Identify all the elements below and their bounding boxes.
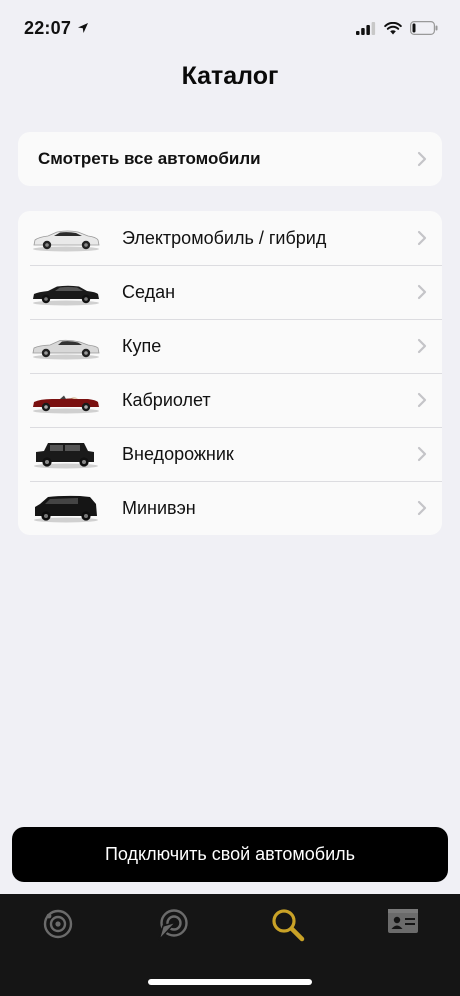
car-type-label: Электромобиль / гибрид xyxy=(122,227,327,248)
page-title: Каталог xyxy=(181,62,279,90)
all-cars-card: Смотреть все автомобили xyxy=(18,132,442,186)
car-type-label: Внедорожник xyxy=(122,443,234,464)
suv-car-icon xyxy=(34,443,98,469)
status-bar: 22:07 xyxy=(0,0,460,56)
home-indicator xyxy=(148,979,312,985)
battery-icon xyxy=(410,21,438,35)
navigation-icon xyxy=(157,909,188,941)
car-types-card: Электромобиль / гибрид Седан Купе Кабрио… xyxy=(18,211,442,535)
chevron-right-icon xyxy=(417,284,427,300)
wifi-icon xyxy=(384,21,402,34)
location-arrow-icon xyxy=(78,23,89,33)
tab-navigation[interactable] xyxy=(143,908,203,948)
car-type-label: Седан xyxy=(122,281,176,302)
chevron-right-icon xyxy=(417,230,427,246)
car-type-row-sedan[interactable]: Седан xyxy=(18,265,442,319)
tab-profile[interactable] xyxy=(373,908,433,948)
tab-search[interactable] xyxy=(258,908,318,948)
car-type-row-suv[interactable]: Внедорожник xyxy=(18,427,442,481)
car-type-row-coupe[interactable]: Купе xyxy=(18,319,442,373)
search-icon xyxy=(271,909,304,942)
chevron-right-icon xyxy=(417,446,427,462)
car-type-row-cabriolet[interactable]: Кабриолет xyxy=(18,373,442,427)
chevron-right-icon xyxy=(417,392,427,408)
cellular-signal-icon xyxy=(356,21,376,35)
status-right xyxy=(356,21,438,35)
chevron-right-icon xyxy=(417,500,427,516)
car-type-label: Кабриолет xyxy=(122,389,211,410)
orbit-icon xyxy=(43,909,72,939)
car-type-label: Минивэн xyxy=(122,497,196,518)
all-cars-label: Смотреть все автомобили xyxy=(38,149,261,168)
car-type-row-minivan[interactable]: Минивэн xyxy=(18,481,442,535)
status-left: 22:07 xyxy=(24,18,89,39)
tab-orbit[interactable] xyxy=(28,908,88,948)
minivan-car-icon xyxy=(34,495,98,523)
sedan-car-icon xyxy=(33,285,99,306)
connect-car-button[interactable]: Подключить свой автомобиль xyxy=(12,827,448,882)
status-time: 22:07 xyxy=(24,17,72,38)
car-type-label: Купе xyxy=(122,335,162,356)
car-type-row-electric[interactable]: Электромобиль / гибрид xyxy=(18,211,442,265)
chevron-right-icon xyxy=(417,338,427,354)
profile-card-icon xyxy=(387,909,418,933)
all-cars-row[interactable]: Смотреть все автомобили xyxy=(18,132,442,186)
electric-car-icon xyxy=(33,230,100,252)
coupe-car-icon xyxy=(32,339,100,360)
chevron-right-icon xyxy=(417,151,427,167)
cabriolet-car-icon xyxy=(33,395,99,414)
